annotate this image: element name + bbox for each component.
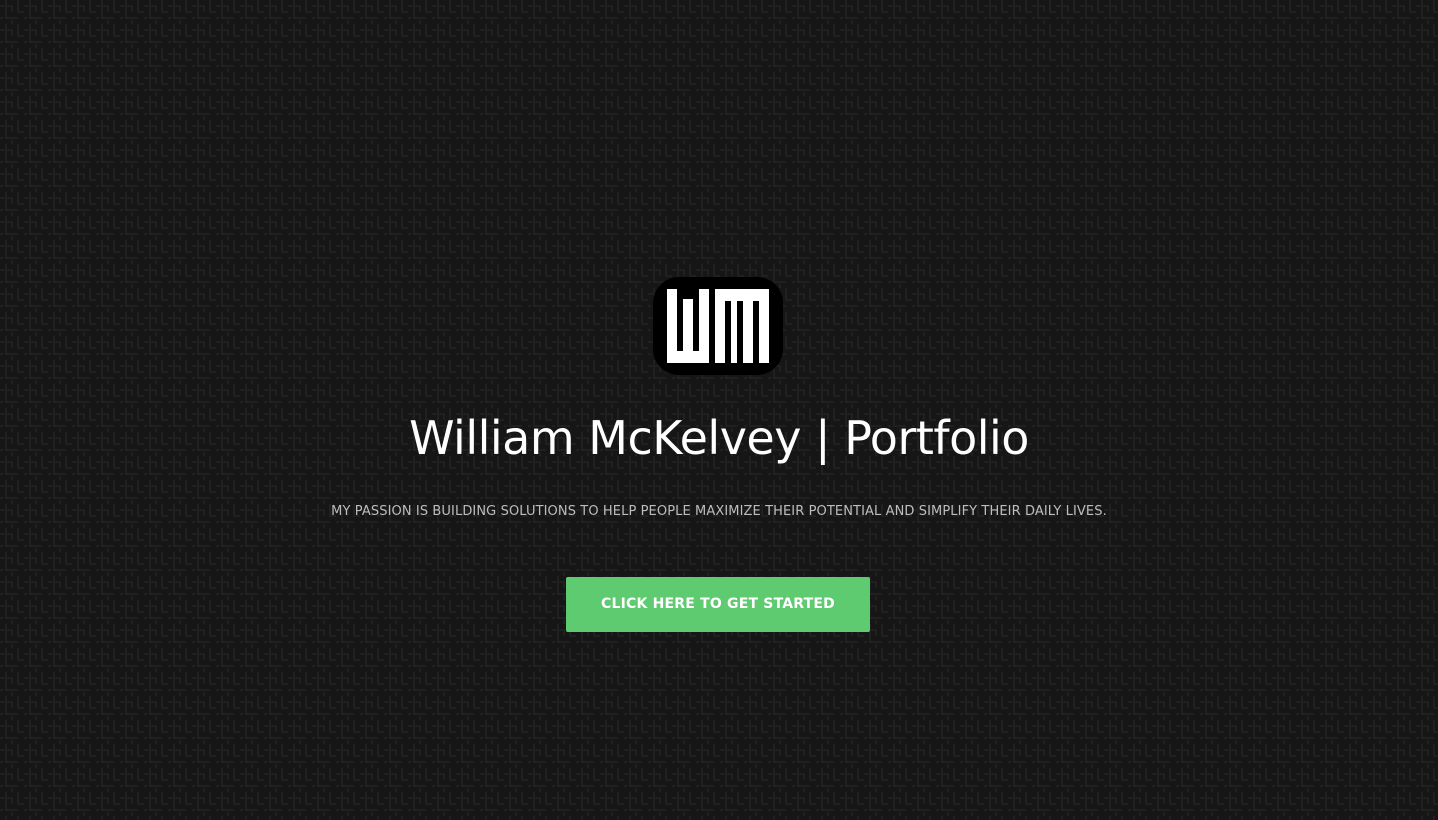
get-started-button[interactable]: CLICK HERE TO GET STARTED [566, 577, 870, 632]
page-title: William McKelvey | Portfolio [409, 411, 1029, 465]
hero-section: William McKelvey | Portfolio MY PASSION … [0, 0, 1438, 820]
wm-logo-icon [653, 277, 783, 375]
tagline: MY PASSION IS BUILDING SOLUTIONS TO HELP… [331, 504, 1107, 519]
